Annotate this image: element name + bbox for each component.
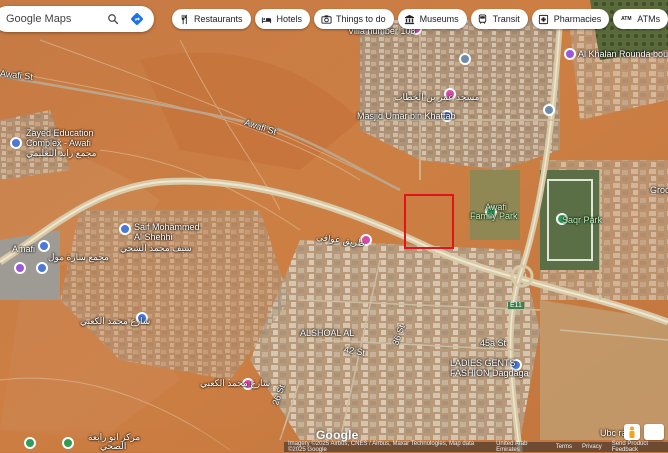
- pin-roundabout-icon[interactable]: [564, 48, 576, 60]
- chip-label: ATMs: [637, 14, 661, 24]
- bed-icon: [261, 13, 273, 25]
- chip-restaurants[interactable]: Restaurants: [172, 9, 251, 29]
- search-box[interactable]: Google Maps: [0, 6, 154, 32]
- train-icon: [477, 13, 489, 25]
- label-zayed-ar: مجمع زايد التعليمي: [26, 148, 97, 158]
- chip-pharmacies[interactable]: Pharmacies: [531, 9, 610, 29]
- chip-label: Transit: [492, 14, 520, 24]
- chip-things-to-do[interactable]: Things to do: [314, 9, 394, 29]
- chip-hotels[interactable]: Hotels: [254, 9, 311, 29]
- pin-left-3-icon[interactable]: [14, 262, 26, 274]
- chip-label: Things to do: [336, 14, 386, 24]
- selection-rectangle: [404, 194, 454, 249]
- pin-left-1-icon[interactable]: [38, 240, 50, 252]
- label-saif-ar: سيف محمد الشحي: [120, 243, 192, 253]
- label-left-edge: Amafi: [12, 244, 36, 254]
- search-input[interactable]: Google Maps: [6, 13, 104, 25]
- school-pin-icon[interactable]: [10, 137, 22, 149]
- camera-icon: [320, 13, 332, 25]
- feedback-link[interactable]: Send Product Feedback: [612, 441, 668, 453]
- google-logo: Google: [316, 428, 359, 442]
- chip-transit[interactable]: Transit: [470, 9, 528, 29]
- chip-label: Pharmacies: [553, 14, 602, 24]
- atm-icon: ATM: [621, 16, 632, 22]
- chip-atms[interactable]: ATM ATMs: [613, 9, 668, 29]
- pin-roundabout-2-icon[interactable]: [543, 104, 555, 116]
- label-ladies-2[interactable]: FASHION Dagdaga: [450, 368, 529, 378]
- pin-health-2-icon[interactable]: [62, 437, 74, 449]
- search-icon[interactable]: [104, 10, 122, 28]
- chip-museums[interactable]: Museums: [397, 9, 467, 29]
- label-bottom-ar-2: الصحي: [100, 441, 127, 451]
- pegman-icon[interactable]: [624, 424, 640, 440]
- pharmacy-icon: [538, 13, 550, 25]
- pin-health-icon[interactable]: [24, 437, 36, 449]
- pin-grey-icon[interactable]: [459, 53, 471, 65]
- privacy-link[interactable]: Privacy: [582, 444, 602, 450]
- label-road-45a: 45a St: [480, 338, 507, 348]
- label-zayed-1[interactable]: Zayed Education: [26, 128, 94, 138]
- label-ladies-1[interactable]: LADIES GENTS: [450, 358, 516, 368]
- label-awafi-park-2[interactable]: Family Park: [470, 211, 518, 221]
- label-left-ar-1: مجمع سارة مول: [48, 252, 109, 262]
- label-saif-1[interactable]: Saif Mohammed: [134, 222, 200, 232]
- terms-link[interactable]: Terms: [556, 444, 572, 450]
- label-zayed-2[interactable]: Complex - Awafi: [26, 138, 91, 148]
- label-masjid-ar: مسجد عمر بن الخطاب: [394, 92, 480, 102]
- label-shaabiya: ALSHOAL AL: [300, 328, 355, 338]
- label-e11: E11: [508, 302, 524, 309]
- label-mohd-ar-2: شارع محمد الكعبي: [200, 378, 271, 388]
- map-footer: Imagery ©2025 Airbus, CNES / Airbus, Max…: [284, 441, 668, 453]
- label-grocery[interactable]: Groce: [650, 185, 668, 195]
- label-masjid[interactable]: Masjid Umar bin Khattab: [357, 111, 456, 121]
- label-saif-2[interactable]: Al Shehhi: [134, 232, 173, 242]
- chip-label: Hotels: [276, 14, 303, 24]
- label-mohd-ar: شارع محمد الكعبي: [80, 316, 151, 326]
- museum-icon: [404, 13, 416, 25]
- label-alkhalan[interactable]: Al Khalan Rounda bout: [578, 49, 668, 59]
- category-chips: Restaurants Hotels Things to do Museums …: [172, 9, 668, 29]
- chip-label: Restaurants: [194, 14, 243, 24]
- directions-icon[interactable]: [128, 10, 146, 28]
- fork-knife-icon: [178, 13, 190, 25]
- label-saqr-park[interactable]: Saqr Park: [562, 215, 602, 225]
- pin-saif-icon[interactable]: [119, 223, 131, 235]
- pin-left-2-icon[interactable]: [36, 262, 48, 274]
- chip-label: Museums: [419, 14, 459, 24]
- layers-toggle-icon[interactable]: [644, 424, 664, 440]
- imagery-attribution: Imagery ©2025 Airbus, CNES / Airbus, Max…: [288, 441, 475, 453]
- satellite-map[interactable]: [0, 0, 668, 452]
- region-link[interactable]: United Arab Emirates: [496, 441, 546, 453]
